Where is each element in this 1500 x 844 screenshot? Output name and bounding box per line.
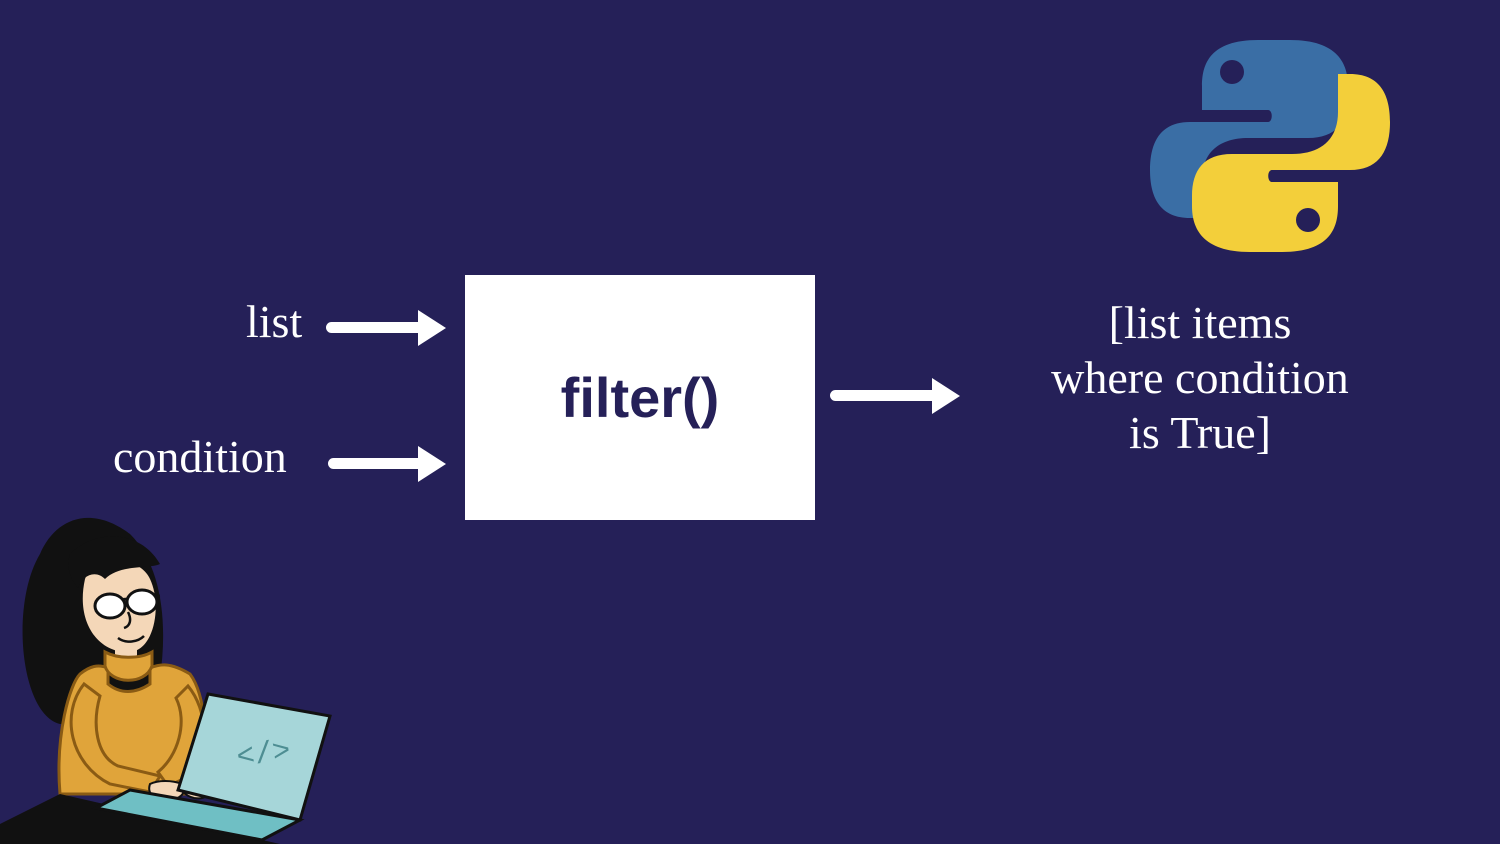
person-coding-icon: </>: [0, 484, 340, 844]
arrow-head-icon: [418, 310, 446, 346]
output-line-2: where condition: [980, 350, 1420, 405]
python-logo-icon: [1140, 30, 1400, 260]
filter-function-label: filter(): [561, 365, 720, 430]
arrow-head-icon: [932, 378, 960, 414]
arrow-shaft: [326, 322, 426, 333]
arrow-shaft: [328, 458, 428, 469]
filter-function-box: filter(): [465, 275, 815, 520]
output-description: [list items where condition is True]: [980, 295, 1420, 461]
arrow-shaft: [830, 390, 940, 401]
output-line-1: [list items: [980, 295, 1420, 350]
diagram-canvas: filter() list condition [list items wher…: [0, 0, 1500, 844]
arrow-head-icon: [418, 446, 446, 482]
output-line-3: is True]: [980, 405, 1420, 460]
input-condition-label: condition: [113, 430, 287, 483]
input-list-label: list: [246, 295, 302, 348]
